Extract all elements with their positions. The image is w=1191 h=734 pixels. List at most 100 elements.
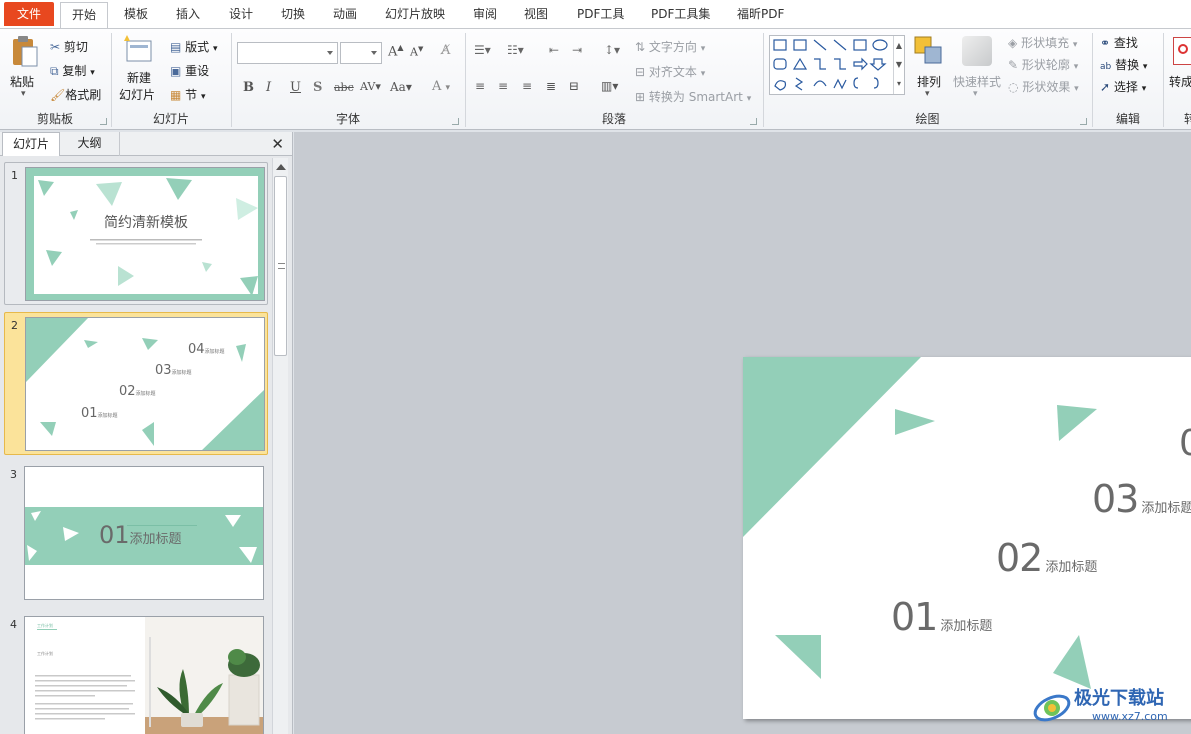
tab-file[interactable]: 文件 — [4, 2, 54, 26]
slide-thumbnail-1[interactable]: 1 简约清新模板 — [4, 162, 268, 305]
convert-group-label: 转 — [1183, 112, 1191, 126]
current-slide[interactable]: 0 03 添加标题 02 添加标题 01 添加标题 — [743, 357, 1191, 719]
italic-icon[interactable]: I — [266, 80, 271, 95]
close-icon[interactable]: ✕ — [271, 135, 284, 153]
distributed-icon[interactable]: ⊟ — [569, 79, 579, 93]
tab-slides[interactable]: 幻灯片 — [2, 132, 60, 156]
tab-slideshow[interactable]: 幻灯片放映 — [385, 2, 445, 28]
current-slide-graphic: 0 — [743, 357, 1191, 689]
ribbon-home: 粘贴 ▾ ✂ 剪切 ⧉ 复制 ▾ 🖌格式刷 剪贴板 新建 幻灯片 ▤ 版式 ▾ … — [0, 28, 1191, 130]
select-button[interactable]: ➚ 选择 ▾ — [1100, 78, 1146, 95]
copy-icon: ⧉ — [50, 64, 59, 78]
arrange-button[interactable]: 排列 ▾ — [911, 33, 947, 107]
slide-thumbnail-4[interactable]: 4 工作计划 工作计划 — [4, 612, 268, 734]
bullets-icon[interactable]: ☰▾ — [474, 43, 491, 57]
shadow-icon[interactable]: S — [313, 80, 322, 95]
current-slide-item-02[interactable]: 02 添加标题 — [996, 536, 1097, 580]
watermark-logo-icon — [1033, 694, 1071, 722]
increase-indent-icon[interactable]: ⇥ — [572, 43, 582, 57]
align-right-icon[interactable]: ≡ — [522, 79, 532, 93]
justify-icon[interactable]: ≣ — [546, 79, 556, 93]
cut-button[interactable]: ✂ 剪切 — [50, 38, 88, 55]
shape-effects-button[interactable]: ◌ 形状效果 ▾ — [1008, 78, 1079, 95]
tab-review[interactable]: 审阅 — [473, 2, 497, 28]
decrease-indent-icon[interactable]: ⇤ — [549, 43, 559, 57]
slide-4-text-lines — [35, 675, 135, 720]
editing-group-label: 编辑 — [1115, 112, 1140, 126]
convert-button[interactable]: 转成 — [1167, 33, 1191, 107]
reset-button[interactable]: ▣ 重设 — [170, 62, 209, 79]
slide-thumbnail-3[interactable]: 3 01添加标题 — [4, 462, 268, 605]
slide-2-item-2: 02添加标题 — [119, 384, 156, 399]
new-slide-button[interactable]: 新建 幻灯片 — [117, 33, 161, 105]
slide-thumbnail-2[interactable]: 2 04添加标题 03添加标题 02添加标题 01添加标题 — [4, 312, 268, 455]
shape-outline-button[interactable]: ✎ 形状轮廓 ▾ — [1008, 56, 1078, 73]
effects-icon: ◌ — [1008, 80, 1019, 94]
current-slide-item-01[interactable]: 01 添加标题 — [891, 595, 992, 639]
slide-editing-canvas[interactable]: 0 03 添加标题 02 添加标题 01 添加标题 — [294, 132, 1191, 734]
tab-transitions[interactable]: 切换 — [281, 2, 305, 28]
align-left-icon[interactable]: ≡ — [475, 79, 485, 93]
strikethrough-icon[interactable]: abc — [334, 81, 354, 94]
smartart-icon: ⊞ — [635, 90, 646, 104]
numbering-icon[interactable]: ☷▾ — [507, 43, 524, 57]
change-case-icon[interactable]: Aa▾ — [390, 80, 412, 94]
copy-button[interactable]: ⧉ 复制 ▾ — [50, 62, 95, 79]
grow-font-icon[interactable]: A▲ — [388, 43, 404, 59]
replace-icon: ab — [1100, 62, 1112, 72]
line-spacing-icon[interactable]: ↕▾ — [604, 43, 620, 57]
font-name-combo[interactable] — [237, 42, 338, 64]
clear-format-icon[interactable]: A̸ — [441, 43, 450, 58]
align-text-button[interactable]: ⊟ 对齐文本 ▾ — [635, 63, 705, 80]
tab-pdf-tools[interactable]: PDF工具 — [577, 2, 624, 28]
current-slide-item-03[interactable]: 03 添加标题 — [1092, 477, 1191, 521]
slide-number: 2 — [11, 319, 18, 332]
layout-button[interactable]: ▤ 版式 ▾ — [170, 38, 218, 55]
tab-home[interactable]: 开始 — [60, 2, 108, 29]
tab-outline[interactable]: 大纲 — [60, 132, 120, 156]
shapes-gallery[interactable]: ▲ ▼ ▾ — [769, 35, 905, 95]
new-slide-label-1: 新建 — [127, 71, 152, 85]
tab-animations[interactable]: 动画 — [333, 2, 357, 28]
tab-view[interactable]: 视图 — [524, 2, 548, 28]
replace-button[interactable]: ab 替换 ▾ — [1100, 56, 1147, 73]
pane-scrollbar[interactable] — [272, 158, 288, 734]
format-painter-button[interactable]: 🖌格式刷 — [50, 86, 101, 103]
font-launcher-icon[interactable] — [452, 118, 459, 125]
underline-icon[interactable]: U — [290, 80, 301, 95]
drawing-launcher-icon[interactable] — [1080, 118, 1087, 125]
columns-icon[interactable]: ▥▾ — [601, 79, 618, 93]
arrange-icon — [914, 36, 942, 64]
gallery-scroll[interactable]: ▲ ▼ ▾ — [893, 36, 904, 94]
powerpoint-window: 文件 开始 模板 插入 设计 切换 动画 幻灯片放映 审阅 视图 PDF工具 P… — [0, 0, 1191, 734]
align-text-icon: ⊟ — [635, 65, 646, 79]
shape-fill-button[interactable]: ◈ 形状填充 ▾ — [1008, 34, 1077, 51]
plant-photo-image — [145, 617, 263, 734]
align-center-icon[interactable]: ≡ — [498, 79, 508, 93]
tab-insert[interactable]: 插入 — [176, 2, 200, 28]
scroll-up-icon[interactable] — [276, 164, 286, 170]
tab-foxit-pdf[interactable]: 福昕PDF — [737, 2, 784, 28]
chevron-down-icon: ▾ — [973, 89, 978, 99]
scroll-thumb[interactable] — [274, 176, 287, 356]
bold-icon[interactable]: B — [243, 80, 254, 95]
find-button[interactable]: ⚭ 查找 — [1100, 34, 1138, 51]
section-button[interactable]: ▦ 节 ▾ — [170, 86, 206, 103]
clipboard-launcher-icon[interactable] — [100, 118, 107, 125]
shapes-gallery-icons — [773, 39, 888, 91]
font-color-icon[interactable]: A ▾ — [432, 79, 450, 94]
smartart-button[interactable]: ⊞ 转换为 SmartArt ▾ — [635, 88, 751, 105]
new-slide-icon — [124, 35, 152, 62]
shrink-font-icon[interactable]: A▼ — [410, 45, 423, 59]
tab-template[interactable]: 模板 — [124, 2, 148, 28]
paragraph-launcher-icon[interactable] — [750, 118, 757, 125]
char-spacing-icon[interactable]: AV▾ — [360, 80, 381, 93]
paste-icon — [13, 36, 38, 67]
tab-design[interactable]: 设计 — [229, 2, 253, 28]
tab-pdf-toolset[interactable]: PDF工具集 — [651, 2, 710, 28]
quick-styles-button[interactable]: 快速样式 ▾ — [951, 33, 1003, 107]
text-direction-button[interactable]: ⇅ 文字方向 ▾ — [635, 38, 705, 55]
font-size-combo[interactable] — [340, 42, 382, 64]
paste-button[interactable]: 粘贴 ▾ — [6, 33, 42, 105]
svg-text:0: 0 — [1179, 423, 1191, 464]
